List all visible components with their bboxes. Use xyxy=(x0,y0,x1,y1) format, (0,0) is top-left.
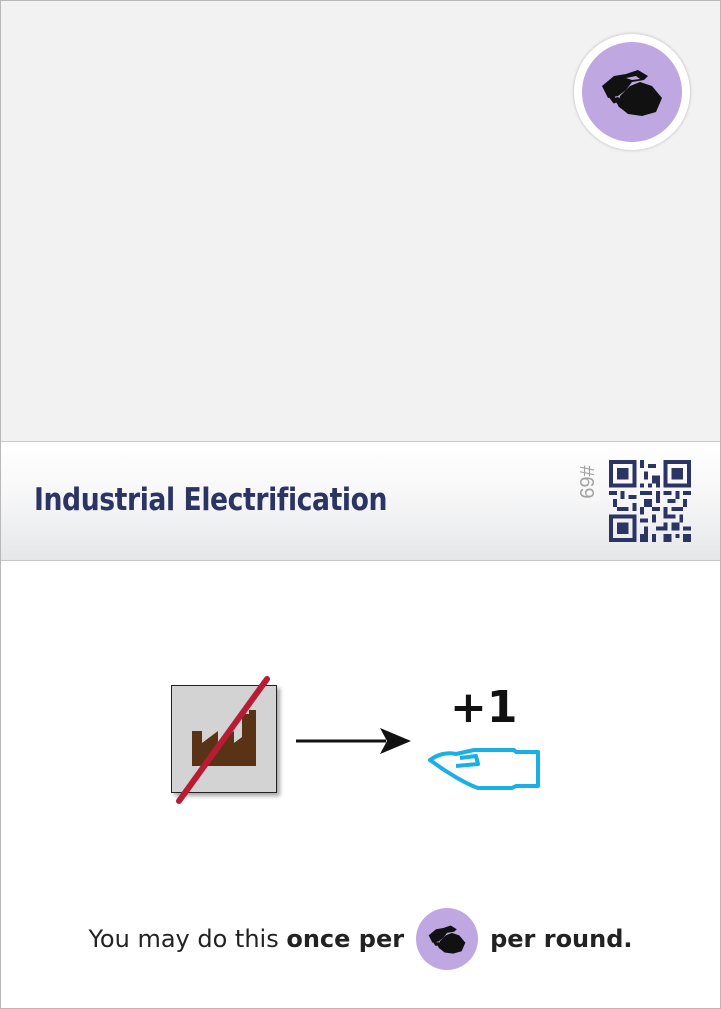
effect-area: +1 You may do this once per per round. xyxy=(1,561,720,1008)
handshake-icon xyxy=(428,925,466,954)
rule-text: You may do this once per per round. xyxy=(1,908,720,970)
hand-icon xyxy=(428,748,540,790)
title-band: Industrial Electrification #69 xyxy=(1,442,720,561)
arrow-right-icon xyxy=(296,728,411,754)
card-number: #69 xyxy=(575,465,598,499)
card: Industrial Electrification #69 +1 You ma… xyxy=(0,0,721,1009)
card-art-area xyxy=(1,1,720,442)
card-title: Industrial Electrification xyxy=(34,482,388,518)
slash-icon xyxy=(176,676,270,804)
rule-prefix: You may do this xyxy=(88,925,287,953)
qr-code-icon xyxy=(609,460,691,542)
rule-bold-once-per: once per xyxy=(286,925,405,953)
category-badge-fill xyxy=(582,42,682,142)
handshake-icon xyxy=(602,70,662,116)
inline-category-badge xyxy=(416,908,479,970)
category-badge xyxy=(574,34,690,150)
rule-bold-per-round: per round. xyxy=(490,925,633,953)
gain-amount: +1 xyxy=(450,682,518,733)
